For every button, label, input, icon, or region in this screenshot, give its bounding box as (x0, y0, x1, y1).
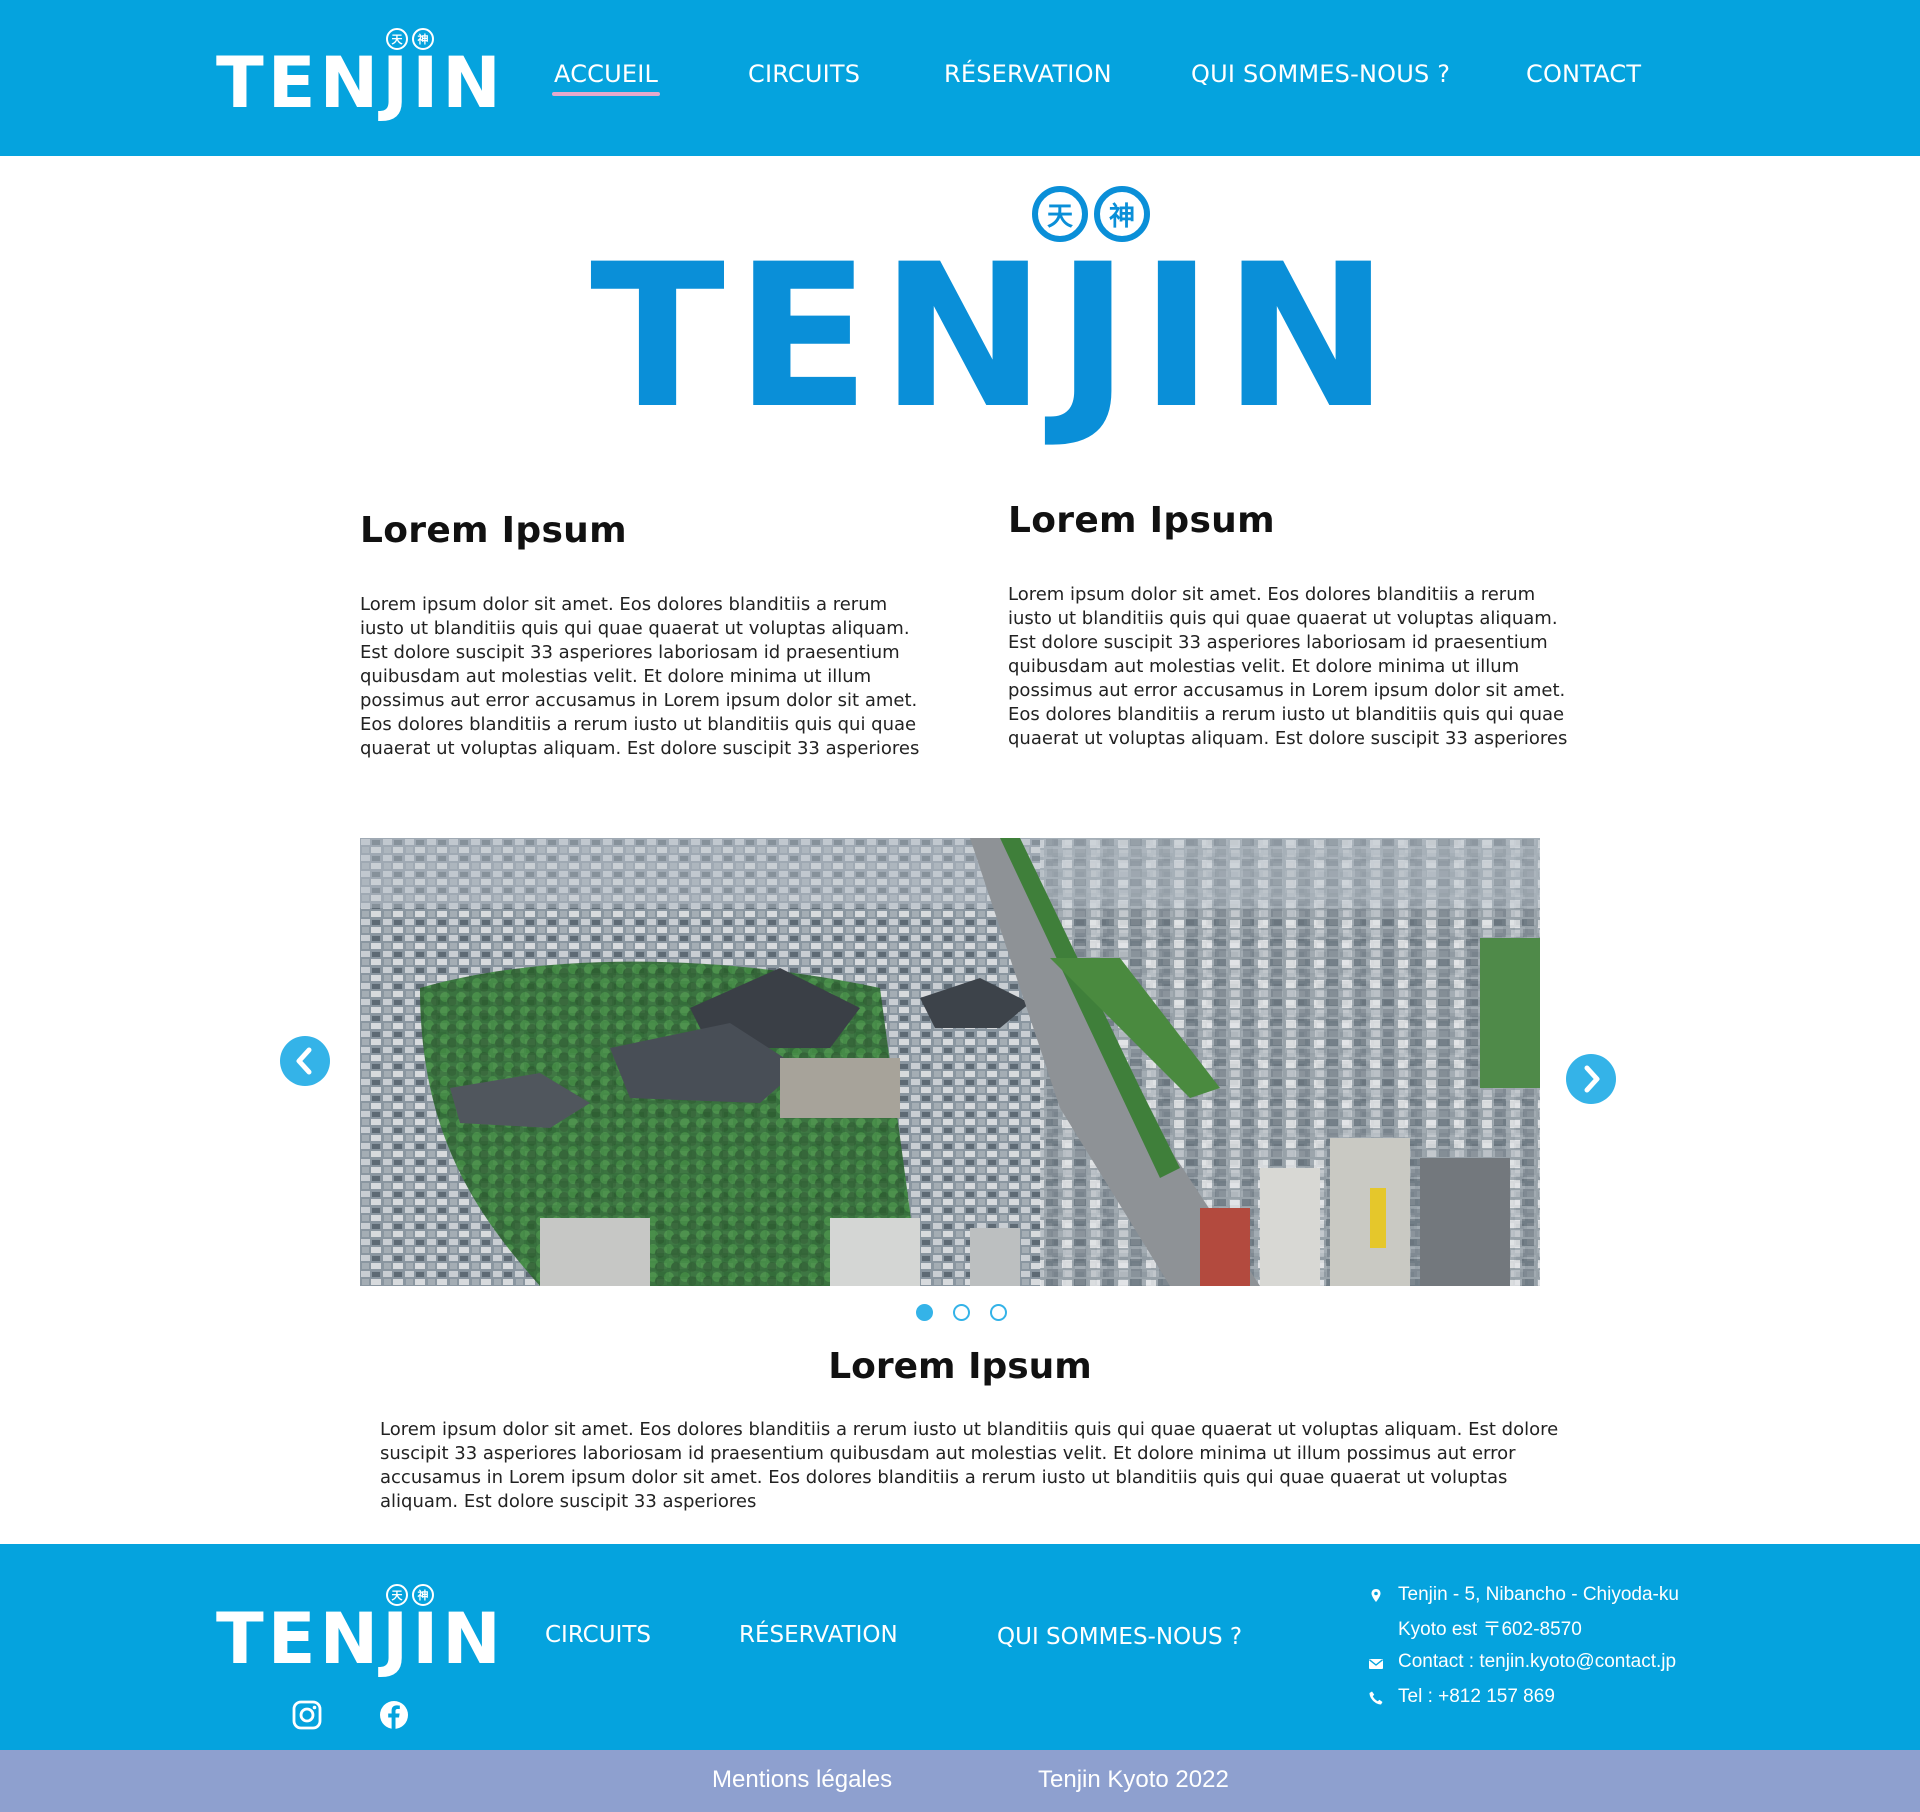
text-block-right-title: Lorem Ipsum (1008, 500, 1275, 541)
location-pin-icon (1371, 1589, 1381, 1602)
facebook-icon[interactable] (379, 1700, 409, 1730)
nav-contact[interactable]: CONTACT (1526, 60, 1641, 88)
text-block-left-body: Lorem ipsum dolor sit amet. Eos dolores … (360, 594, 920, 759)
nav-accueil[interactable]: ACCUEIL (551, 60, 661, 96)
header-logo[interactable]: 天 神 TENJIN (216, 24, 501, 118)
legal-notice-link[interactable]: Mentions légales (712, 1766, 892, 1794)
carousel-dot-3[interactable] (990, 1304, 1007, 1321)
hero-logo: 天 神 TENJIN (590, 186, 1389, 436)
nav-qui-sommes-nous[interactable]: QUI SOMMES-NOUS ? (1191, 60, 1450, 88)
carousel-image-kyoto-city (360, 838, 1540, 1286)
footer-link-reservation[interactable]: RÉSERVATION (739, 1622, 898, 1648)
logo-wordmark: TENJIN (216, 42, 505, 124)
chevron-right-icon (1584, 1065, 1600, 1093)
footer-link-circuits[interactable]: CIRCUITS (545, 1622, 651, 1648)
hero-logo-wordmark: TENJIN (590, 221, 1400, 452)
city-aerial-photo (360, 838, 1540, 1286)
text-block-right: Lorem Ipsum Lorem ipsum dolor sit amet. … (1008, 500, 1568, 751)
mail-icon (1369, 1659, 1383, 1669)
site-footer: 天 神 TENJIN CIRCUITS RÉSERVATION QUI SOMM… (0, 1544, 1920, 1750)
instagram-icon[interactable] (292, 1700, 322, 1730)
footer-link-qui-sommes-nous[interactable]: QUI SOMMES-NOUS ? (997, 1624, 1242, 1650)
footer-address-line1: Tenjin - 5, Nibancho - Chiyoda-ku (1398, 1584, 1679, 1605)
footer-logo-wordmark: TENJIN (216, 1598, 505, 1680)
text-block-right-body: Lorem ipsum dolor sit amet. Eos dolores … (1008, 584, 1568, 749)
center-section-body: Lorem ipsum dolor sit amet. Eos dolores … (380, 1419, 1559, 1512)
copyright-text: Tenjin Kyoto 2022 (1038, 1766, 1229, 1793)
text-block-left-title: Lorem Ipsum (360, 510, 627, 551)
carousel-next-button[interactable] (1566, 1054, 1616, 1104)
site-header: 天 神 TENJIN ACCUEIL CIRCUITS RÉSERVATION … (0, 0, 1920, 156)
footer-logo[interactable]: 天 神 TENJIN (216, 1584, 501, 1674)
chevron-left-icon (296, 1047, 312, 1075)
bottom-bar: Mentions légales Tenjin Kyoto 2022 (0, 1750, 1920, 1812)
phone-icon (1369, 1691, 1383, 1705)
center-section-title: Lorem Ipsum (828, 1346, 1092, 1387)
footer-phone[interactable]: Tel : +812 157 869 (1398, 1686, 1555, 1708)
nav-circuits[interactable]: CIRCUITS (748, 60, 860, 88)
nav-reservation[interactable]: RÉSERVATION (944, 60, 1112, 88)
footer-address-line2: Kyoto est 〒602-8570 (1398, 1619, 1582, 1640)
carousel-prev-button[interactable] (280, 1036, 330, 1086)
carousel-dot-1[interactable] (916, 1304, 933, 1321)
footer-email[interactable]: Contact : tenjin.kyoto@contact.jp (1398, 1651, 1676, 1673)
carousel-dot-2[interactable] (953, 1304, 970, 1321)
text-block-left: Lorem Ipsum Lorem ipsum dolor sit amet. … (360, 510, 920, 761)
carousel-pagination (916, 1304, 1007, 1321)
